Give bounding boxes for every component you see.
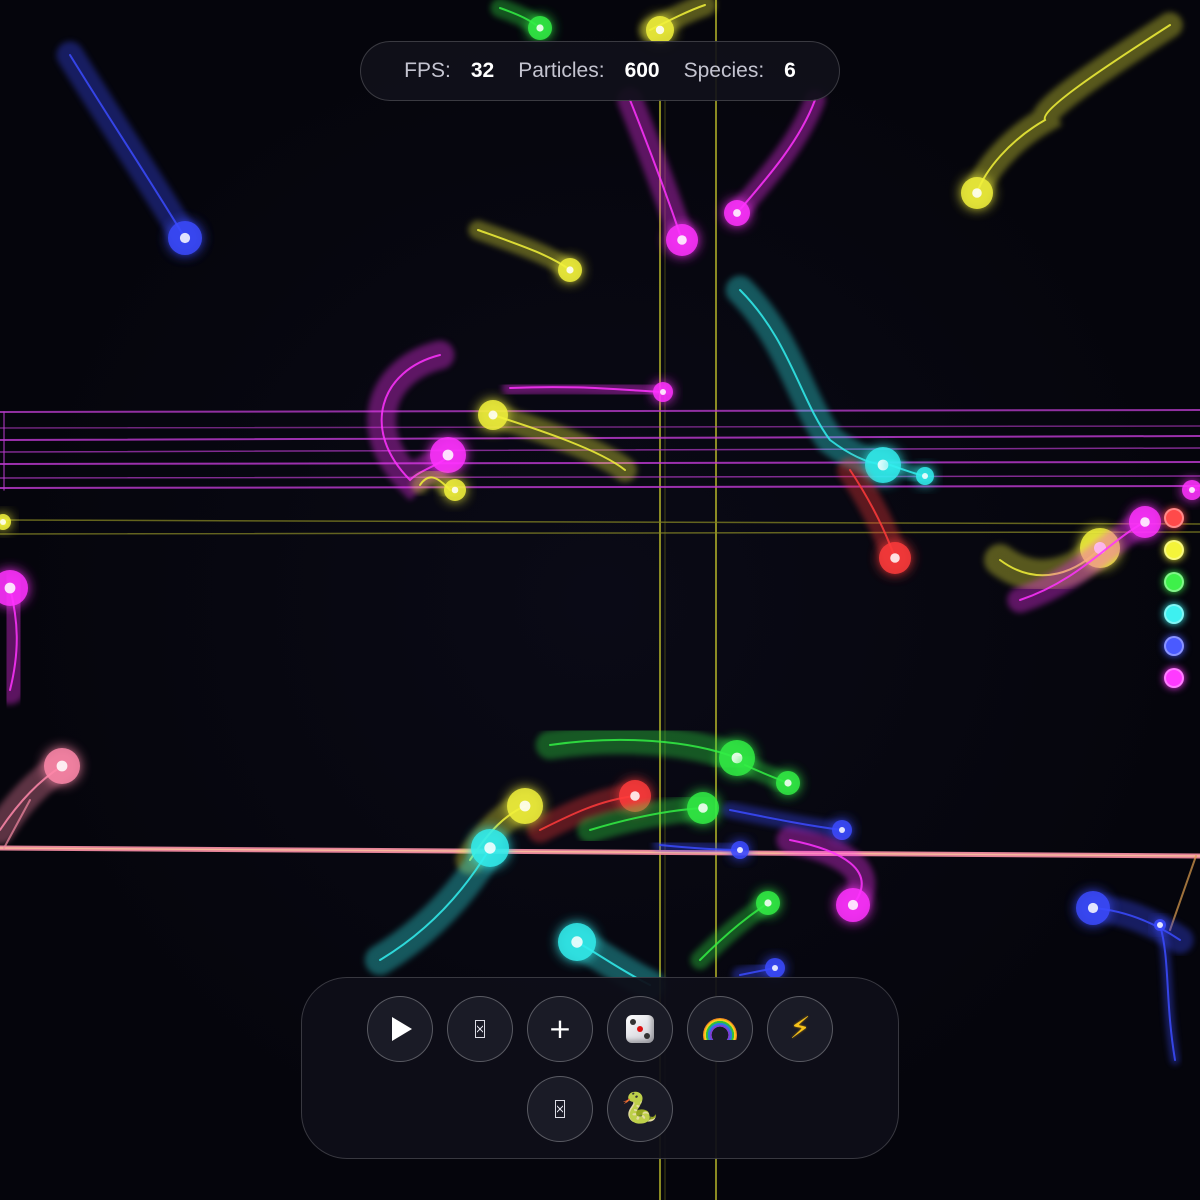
snake-button[interactable]: 🐍 — [607, 1076, 673, 1142]
species-dot-magenta[interactable] — [1164, 668, 1184, 688]
add-species-button[interactable]: + — [527, 996, 593, 1062]
control-row-1: + ⚡ — [302, 996, 898, 1062]
particle-blue — [652, 837, 749, 859]
simulation-canvas[interactable]: FPS: 32 Particles: 600 Species: 6 + ⚡ 🐍 — [0, 0, 1200, 1200]
particle-blue — [56, 41, 202, 255]
missing-glyph-button[interactable] — [447, 996, 513, 1062]
particle-magenta — [367, 340, 466, 501]
species-dot-cyan[interactable] — [1164, 604, 1184, 624]
missing-glyph-button-2[interactable] — [527, 1076, 593, 1142]
missing-glyph-icon — [555, 1100, 565, 1118]
particle-magenta — [502, 379, 673, 402]
particles-label: Particles: — [518, 59, 605, 82]
particle-pink — [0, 748, 80, 845]
particle-magenta — [776, 826, 876, 922]
particle-yellow — [468, 220, 582, 282]
control-panel: + ⚡ 🐍 — [301, 977, 899, 1159]
particle-magenta — [724, 89, 826, 226]
particle-yellow — [411, 468, 466, 501]
randomize-button[interactable] — [607, 996, 673, 1062]
particle-yellow — [638, 0, 717, 44]
particle-magenta — [0, 570, 32, 705]
rainbow-button[interactable] — [687, 996, 753, 1062]
particle-green — [535, 725, 755, 776]
particle-yellow — [0, 513, 12, 531]
particle-cyan — [558, 923, 666, 1001]
rainbow-icon — [703, 1018, 737, 1040]
dice-icon — [626, 1015, 654, 1043]
species-legend — [1164, 508, 1188, 700]
fps-label: FPS: — [404, 59, 451, 82]
stats-bar: FPS: 32 Particles: 600 Species: 6 — [360, 41, 840, 101]
particle-green — [735, 755, 800, 795]
plus-icon: + — [548, 1012, 572, 1045]
snake-icon: 🐍 — [621, 1091, 659, 1126]
particle-magenta — [1182, 480, 1200, 500]
species-dot-green[interactable] — [1164, 572, 1184, 592]
species-value: 6 — [784, 59, 796, 82]
species-dot-red[interactable] — [1164, 508, 1184, 528]
particle-green — [690, 891, 780, 970]
particle-magenta — [1007, 506, 1161, 613]
species-label: Species: — [683, 59, 765, 82]
particles-value: 600 — [624, 59, 660, 82]
particle-blue — [732, 958, 785, 983]
play-icon — [392, 1017, 412, 1041]
particle-magenta — [617, 87, 698, 256]
species-dot-blue[interactable] — [1164, 636, 1184, 656]
particle-cyan — [725, 275, 901, 483]
energy-button[interactable]: ⚡ — [767, 996, 833, 1062]
lightning-icon: ⚡ — [789, 1011, 811, 1046]
particle-green — [490, 0, 552, 40]
species-dot-yellow[interactable] — [1164, 540, 1184, 560]
play-button[interactable] — [367, 996, 433, 1062]
particle-yellow — [961, 12, 1183, 209]
control-row-2: 🐍 — [302, 1076, 898, 1142]
missing-glyph-icon — [475, 1020, 485, 1038]
fps-value: 32 — [470, 59, 495, 82]
